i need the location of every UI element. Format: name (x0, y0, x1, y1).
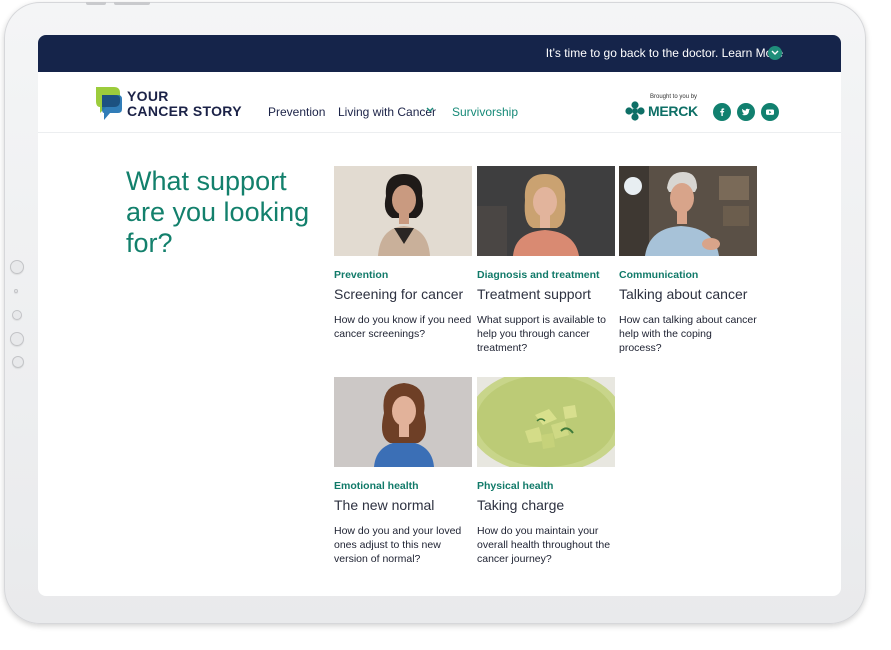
twitter-icon[interactable] (737, 103, 755, 121)
card-title[interactable]: Talking about cancer (619, 286, 757, 302)
card-description: How can talking about cancer help with t… (619, 314, 757, 354)
tablet-top-button (114, 2, 150, 5)
card-category: Diagnosis and treatment (477, 269, 600, 281)
nav-prevention[interactable]: Prevention (268, 105, 325, 119)
card-image-green-soup[interactable] (477, 377, 615, 467)
card-description: What support is available to help you th… (477, 314, 606, 354)
card-category: Emotional health (334, 480, 419, 492)
card-image-woman-dark-hair[interactable] (334, 166, 472, 256)
logo-icon[interactable] (94, 83, 122, 121)
card-image-man-grey-hair[interactable] (619, 166, 757, 256)
card-title[interactable]: Taking charge (477, 497, 615, 513)
logo-text-line1[interactable]: YOUR (127, 88, 169, 104)
youtube-icon[interactable] (761, 103, 779, 121)
tablet-side-button (12, 310, 22, 320)
tablet-side-button (12, 356, 24, 368)
card-description: How do you know if you need cancer scree… (334, 314, 472, 340)
card-title[interactable]: Screening for cancer (334, 286, 472, 302)
tablet-frame: It’s time to go back to the doctor. Lear… (4, 2, 866, 624)
top-banner: It’s time to go back to the doctor. Lear… (38, 35, 841, 72)
chevron-down-icon[interactable] (768, 46, 782, 60)
card-image-woman-curly-hair[interactable] (334, 377, 472, 467)
card-category: Physical health (477, 480, 554, 492)
merck-logo-text[interactable]: MERCK (648, 103, 698, 119)
card-title[interactable]: The new normal (334, 497, 472, 513)
tablet-side-button (10, 332, 24, 346)
learn-more-link[interactable]: It’s time to go back to the doctor. Lear… (546, 46, 783, 60)
brought-to-you-by: Brought to you by (650, 94, 698, 100)
screen: It’s time to go back to the doctor. Lear… (38, 35, 841, 596)
nav-living-with-cancer[interactable]: Living with Cancer (338, 105, 436, 119)
merck-logo-icon[interactable] (625, 101, 645, 121)
chevron-down-icon[interactable] (426, 107, 434, 113)
card-prevention[interactable]: Prevention Screening for cancer How do y… (334, 166, 472, 341)
tablet-side-dot (14, 289, 18, 293)
card-emotional-health[interactable]: Emotional health The new normal How do y… (334, 377, 472, 566)
card-category: Communication (619, 269, 699, 281)
page-title: What support are you looking for? (126, 166, 310, 258)
card-image-woman-blonde[interactable] (477, 166, 615, 256)
card-communication[interactable]: Communication Talking about cancer How c… (619, 166, 757, 355)
card-description: How do you and your loved ones adjust to… (334, 525, 462, 565)
facebook-icon[interactable] (713, 103, 731, 121)
card-category: Prevention (334, 269, 389, 281)
site-header: YOUR CANCER STORY Prevention Living with… (38, 72, 841, 133)
card-diagnosis-and-treatment[interactable]: Diagnosis and treatment Treatment suppor… (477, 166, 615, 355)
nav-survivorship[interactable]: Survivorship (452, 105, 518, 119)
card-title[interactable]: Treatment support (477, 286, 615, 302)
logo-text-line2[interactable]: CANCER STORY (127, 103, 242, 119)
card-description: How do you maintain your overall health … (477, 525, 611, 565)
tablet-top-button (86, 2, 106, 5)
card-physical-health[interactable]: Physical health Taking charge How do you… (477, 377, 615, 566)
tablet-side-button (10, 260, 24, 274)
